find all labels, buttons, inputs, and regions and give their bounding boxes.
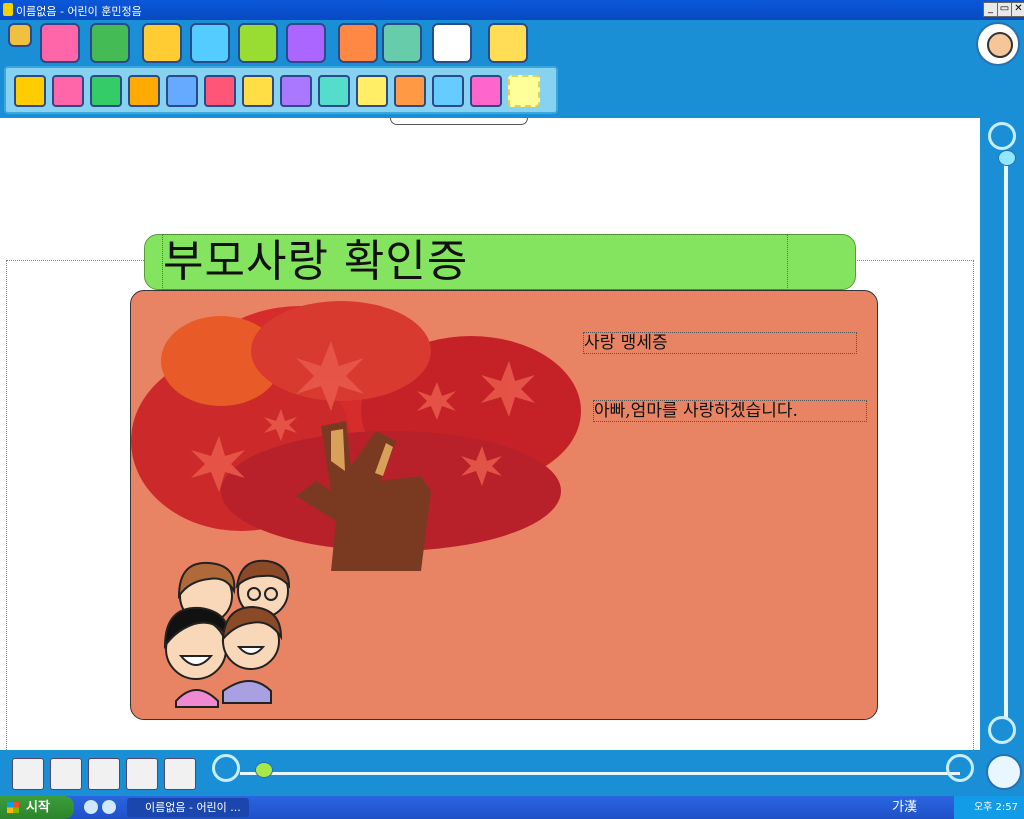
page-slider-thumb-icon[interactable] <box>255 762 273 778</box>
windows-logo-icon <box>7 802 19 813</box>
windows-taskbar: 시작 이름없음 - 어린이 ... 가漢 오후 2:57 <box>0 796 1024 819</box>
window-title-bar: 이름없음 - 어린이 훈민정음 _ ▭ ✕ <box>0 0 1024 20</box>
start-button[interactable]: 시작 <box>0 796 74 819</box>
photo-icon[interactable] <box>338 23 378 63</box>
restore-button[interactable]: ▭ <box>997 2 1012 17</box>
textbox-icon[interactable] <box>242 75 274 107</box>
select-icon[interactable] <box>508 75 540 107</box>
page-prev-icon[interactable] <box>12 758 44 790</box>
page-slider-rail[interactable] <box>240 772 960 775</box>
hangul-icon[interactable] <box>394 75 426 107</box>
scroll-thumb-icon[interactable] <box>998 150 1016 166</box>
page-navigation-bar <box>0 750 1024 796</box>
swirl-top-icon <box>988 122 1016 150</box>
quicklaunch-ie-icon[interactable] <box>102 800 116 814</box>
page-view-icon[interactable] <box>88 758 120 790</box>
cube-icon[interactable] <box>142 23 182 63</box>
textbox-pledge-title[interactable]: 사랑 맹세증 <box>583 332 857 354</box>
ime-indicator[interactable]: 가漢 <box>892 796 950 819</box>
toolbar-area <box>0 20 1024 118</box>
certificate-card[interactable] <box>130 290 878 720</box>
label-icon[interactable] <box>356 75 388 107</box>
swirl-bottom-icon <box>988 716 1016 744</box>
helper-avatar-icon[interactable] <box>976 22 1020 66</box>
textbox-pledge-text[interactable]: 아빠,엄마를 사랑하겠습니다. <box>593 400 867 422</box>
align-icon[interactable] <box>166 75 198 107</box>
scroll-rail <box>1004 158 1008 718</box>
page-title[interactable]: 부모사랑 확인증 <box>162 234 788 290</box>
book-icon[interactable] <box>382 23 422 63</box>
swirl-right-icon <box>946 754 974 782</box>
box-icon[interactable] <box>40 23 80 63</box>
picture-icon[interactable] <box>90 23 130 63</box>
clock[interactable]: 오후 2:57 <box>974 802 1018 813</box>
page-add-icon[interactable] <box>50 758 82 790</box>
window-title: 이름없음 - 어린이 훈민정음 <box>16 5 142 18</box>
color-text-icon[interactable] <box>204 75 236 107</box>
system-tray: 오후 2:57 <box>954 796 1024 819</box>
pen-icon[interactable] <box>280 75 312 107</box>
layer-icon[interactable] <box>432 75 464 107</box>
font-size-icon[interactable] <box>52 75 84 107</box>
page-copy-icon[interactable] <box>164 758 196 790</box>
shape-icon[interactable] <box>470 75 502 107</box>
text-style-icon[interactable] <box>90 75 122 107</box>
app-icon <box>3 3 13 16</box>
swirl-left-icon <box>212 754 240 782</box>
text-toolbar <box>4 66 558 114</box>
grid-icon[interactable] <box>190 23 230 63</box>
text-icon[interactable] <box>14 75 46 107</box>
star-icon[interactable] <box>286 23 326 63</box>
page-next-icon[interactable] <box>126 758 158 790</box>
eye-icon[interactable] <box>8 23 32 47</box>
minimize-button[interactable]: _ <box>983 2 998 17</box>
globe-helper-icon[interactable] <box>986 754 1022 790</box>
scroll-handle[interactable] <box>390 118 528 125</box>
eyes-icon[interactable] <box>432 23 472 63</box>
char-icon[interactable] <box>318 75 350 107</box>
vertical-scrollbar[interactable] <box>980 118 1024 750</box>
taskbar-item-app[interactable]: 이름없음 - 어린이 ... <box>127 798 249 817</box>
tree-family-illustration <box>131 301 581 708</box>
quicklaunch-desktop-icon[interactable] <box>84 800 98 814</box>
bird-icon[interactable] <box>488 23 528 63</box>
close-button[interactable]: ✕ <box>1011 2 1024 17</box>
paint-icon[interactable] <box>238 23 278 63</box>
plus-minus-icon[interactable] <box>128 75 160 107</box>
